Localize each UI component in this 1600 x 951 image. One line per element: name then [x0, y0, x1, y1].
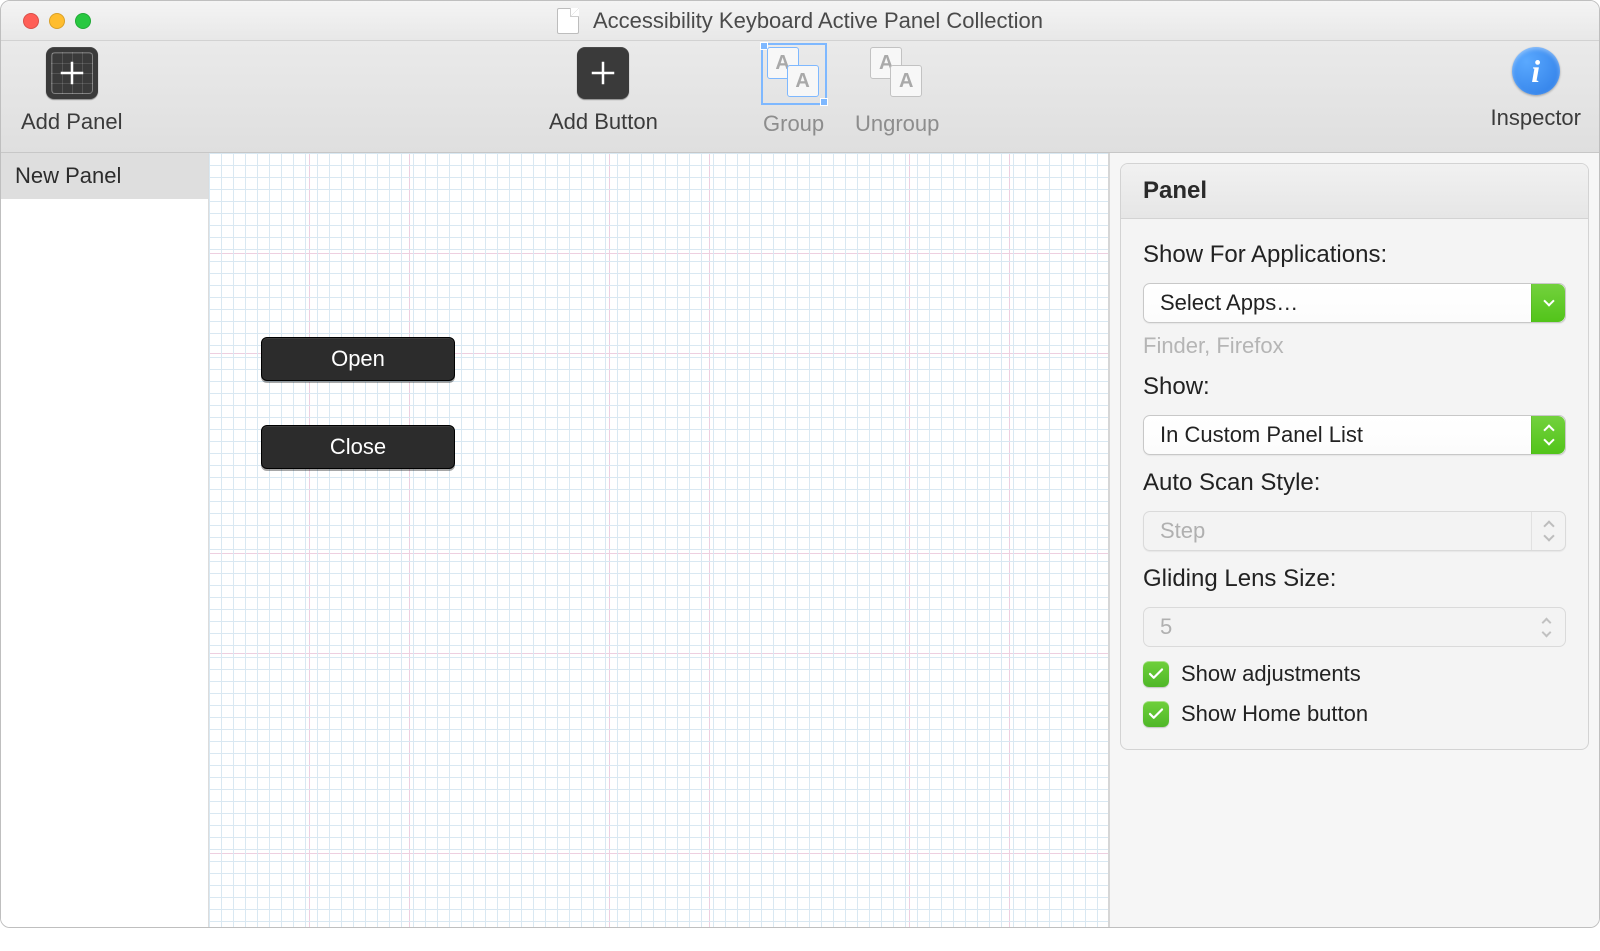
inspector-body: Show For Applications: Select Apps… Find… [1121, 219, 1588, 749]
editor-canvas[interactable]: Open Close [209, 153, 1109, 927]
gliding-lens-label: Gliding Lens Size: [1143, 565, 1566, 593]
auto-scan-label: Auto Scan Style: [1143, 469, 1566, 497]
checkmark-icon [1143, 701, 1169, 727]
group-icon: AA [765, 47, 823, 101]
show-for-apps-summary: Finder, Firefox [1143, 333, 1566, 359]
panel-list-sidebar[interactable]: New Panel [1, 153, 209, 927]
show-adjustments-checkbox[interactable]: Show adjustments [1143, 661, 1566, 687]
add-button-icon [577, 47, 629, 99]
inspector-inner: Panel Show For Applications: Select Apps… [1120, 163, 1589, 750]
auto-scan-select: Step [1143, 511, 1566, 551]
show-adjustments-label: Show adjustments [1181, 661, 1361, 687]
add-panel-button[interactable]: Add Panel [21, 47, 123, 135]
chevron-down-icon [1531, 284, 1565, 322]
show-home-label: Show Home button [1181, 701, 1368, 727]
sidebar-item-label: New Panel [15, 163, 121, 188]
ungroup-label: Ungroup [855, 111, 939, 137]
plus-icon [57, 58, 87, 88]
stepper-icon [1533, 612, 1559, 642]
inspector-label: Inspector [1491, 105, 1582, 131]
canvas-button-close[interactable]: Close [261, 425, 455, 469]
ungroup-button[interactable]: AA Ungroup [855, 47, 939, 137]
add-button-label: Add Button [549, 109, 658, 135]
show-for-apps-label: Show For Applications: [1143, 241, 1566, 269]
canvas-button-open[interactable]: Open [261, 337, 455, 381]
window-title: Accessibility Keyboard Active Panel Coll… [593, 8, 1043, 34]
auto-scan-value: Step [1160, 518, 1205, 544]
app-window: Accessibility Keyboard Active Panel Coll… [0, 0, 1600, 928]
add-button-button[interactable]: Add Button [549, 47, 658, 135]
double-chevron-icon [1531, 416, 1565, 454]
traffic-lights [1, 13, 91, 29]
canvas-button-label: Open [331, 346, 385, 372]
ungroup-icon: AA [868, 47, 926, 101]
show-in-value: In Custom Panel List [1160, 422, 1363, 448]
info-icon: i [1512, 47, 1560, 95]
gliding-lens-stepper: 5 [1143, 607, 1566, 647]
content-area: New Panel Open Close Panel Show For Appl… [1, 153, 1599, 927]
show-for-apps-select[interactable]: Select Apps… [1143, 283, 1566, 323]
show-home-checkbox[interactable]: Show Home button [1143, 701, 1566, 727]
group-label: Group [763, 111, 824, 137]
inspector-button[interactable]: i Inspector [1491, 47, 1582, 131]
plus-icon [588, 58, 618, 88]
window-close-button[interactable] [23, 13, 39, 29]
document-icon [557, 8, 579, 34]
show-for-apps-value: Select Apps… [1160, 290, 1298, 316]
inspector-header: Panel [1121, 164, 1588, 219]
add-panel-icon [46, 47, 98, 99]
show-in-select[interactable]: In Custom Panel List [1143, 415, 1566, 455]
gliding-lens-value: 5 [1160, 614, 1172, 640]
window-zoom-button[interactable] [75, 13, 91, 29]
window-title-area: Accessibility Keyboard Active Panel Coll… [1, 1, 1599, 40]
show-in-label: Show: [1143, 373, 1566, 401]
checkmark-icon [1143, 661, 1169, 687]
toolbar: Add Panel Add Button AA Group AA Ungroup… [1, 41, 1599, 153]
titlebar: Accessibility Keyboard Active Panel Coll… [1, 1, 1599, 41]
add-panel-label: Add Panel [21, 109, 123, 135]
inspector-panel: Panel Show For Applications: Select Apps… [1109, 153, 1599, 927]
group-button[interactable]: AA Group [763, 47, 824, 137]
canvas-button-label: Close [330, 434, 386, 460]
double-chevron-icon [1531, 512, 1565, 550]
window-minimize-button[interactable] [49, 13, 65, 29]
editor-canvas-wrap: Open Close [209, 153, 1109, 927]
sidebar-item-new-panel[interactable]: New Panel [1, 153, 208, 199]
